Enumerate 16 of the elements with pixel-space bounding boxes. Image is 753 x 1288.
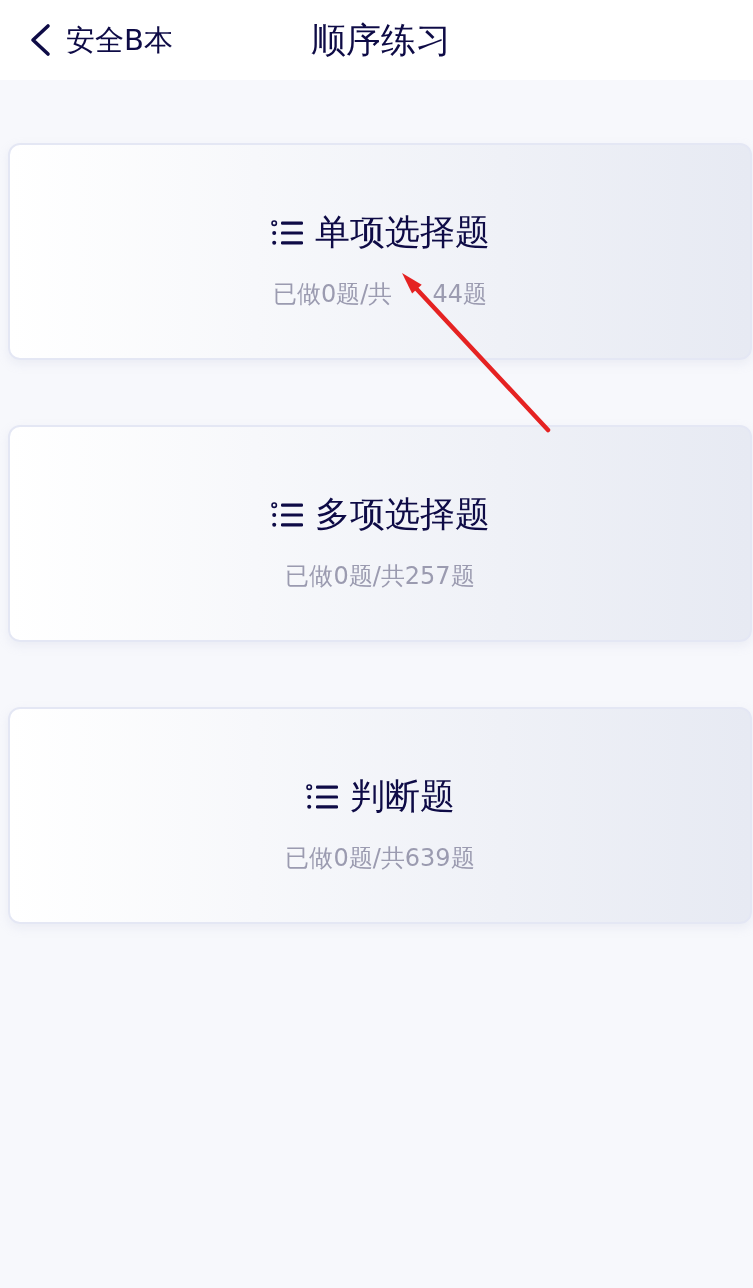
progress-text: 44题 — [432, 282, 487, 306]
question-type-card[interactable]: 单项选择题 已做0题/共 44题 — [8, 143, 752, 360]
progress-text: 已做0题/共 — [273, 282, 393, 306]
list-icon — [270, 501, 303, 528]
back-chevron-icon — [28, 23, 52, 57]
question-type-card[interactable]: 多项选择题 已做0题/共257题 — [8, 425, 752, 642]
progress-text: 已做0题/共639题 — [285, 846, 475, 870]
back-button[interactable]: 安全B本 — [0, 12, 173, 68]
card-title: 多项选择题 — [314, 497, 490, 532]
list-icon — [270, 219, 303, 246]
page-title: 顺序练习 — [309, 22, 451, 58]
list-icon — [305, 783, 338, 810]
card-title: 单项选择题 — [314, 215, 490, 250]
card-title: 判断题 — [349, 779, 455, 814]
progress-text: 已做0题/共257题 — [285, 564, 475, 588]
question-type-card[interactable]: 判断题 已做0题/共639题 — [8, 707, 752, 924]
